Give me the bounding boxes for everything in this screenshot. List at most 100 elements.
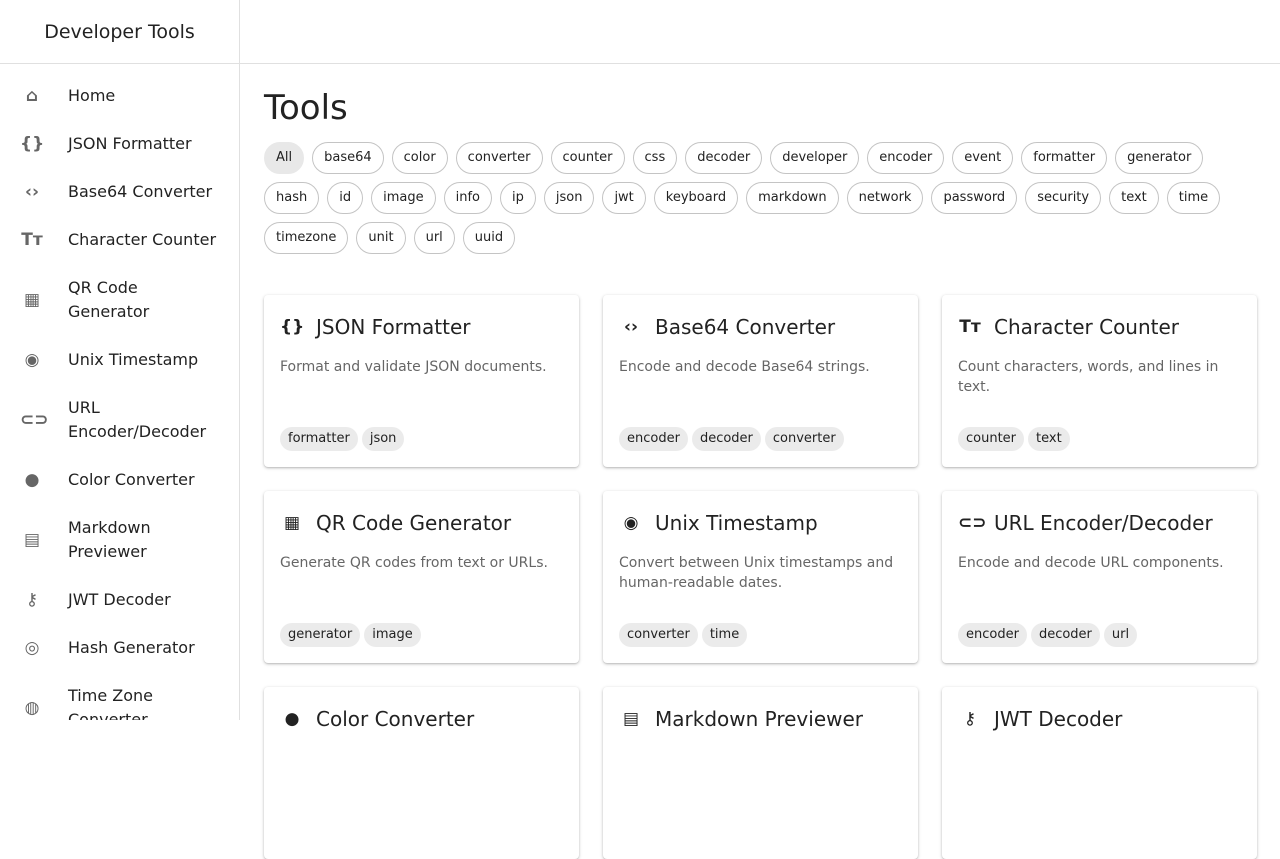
sidebar-item-unix-timestamp[interactable]: ◉ Unix Timestamp bbox=[0, 336, 239, 384]
card-tags: encoder decoder converter bbox=[619, 427, 844, 451]
card-tag: converter bbox=[619, 623, 698, 647]
sidebar-item-color-converter[interactable]: ● Color Converter bbox=[0, 456, 239, 504]
sidebar-item-home[interactable]: ⌂ Home bbox=[0, 72, 239, 120]
filter-chip-formatter[interactable]: formatter bbox=[1021, 142, 1108, 174]
filter-chip-time[interactable]: time bbox=[1166, 182, 1221, 214]
filter-chip-event[interactable]: event bbox=[952, 142, 1014, 174]
filter-chip-text[interactable]: text bbox=[1109, 182, 1159, 214]
card-tag: encoder bbox=[958, 623, 1027, 647]
card-description: Convert between Unix timestamps and huma… bbox=[619, 555, 894, 591]
tool-card-json-formatter[interactable]: {} JSON Formatter Format and validate JSON… bbox=[264, 295, 579, 467]
sidebar-item-label: QR Code Generator bbox=[68, 278, 150, 321]
braces-icon: {} bbox=[20, 134, 45, 154]
filter-chip-timezone[interactable]: timezone bbox=[264, 222, 349, 254]
filter-chip-image[interactable]: image bbox=[371, 182, 436, 214]
filter-chip-counter[interactable]: counter bbox=[550, 142, 625, 174]
card-tag: text bbox=[1028, 427, 1070, 451]
tool-card-jwt-decoder[interactable]: ⚷ JWT Decoder bbox=[942, 687, 1257, 859]
filter-chip-color[interactable]: color bbox=[391, 142, 448, 174]
card-description: Generate QR codes from text or URLs. bbox=[280, 555, 548, 571]
filter-chip-security[interactable]: security bbox=[1025, 182, 1102, 214]
tool-card-unix-timestamp[interactable]: ◉ Unix Timestamp Convert between Unix time… bbox=[603, 491, 918, 663]
filter-chip-json[interactable]: json bbox=[543, 182, 595, 214]
card-tags: formatter json bbox=[280, 427, 405, 451]
card-description: Encode and decode URL components. bbox=[958, 555, 1224, 571]
filter-chip-base64[interactable]: base64 bbox=[312, 142, 384, 174]
sidebar-nav: ⌂ Home {} JSON Formatter ‹› Base64 Converter T… bbox=[0, 64, 239, 720]
card-tags: converter time bbox=[619, 623, 748, 647]
card-tag: image bbox=[364, 623, 421, 647]
card-title: Color Converter bbox=[316, 707, 475, 731]
card-title: Unix Timestamp bbox=[655, 511, 818, 535]
globe-icon: ◍ bbox=[24, 698, 40, 718]
code-icon: ‹› bbox=[623, 317, 638, 337]
tool-cards-grid: {} JSON Formatter Format and validate JSON… bbox=[264, 295, 1257, 859]
card-tags: encoder decoder url bbox=[958, 623, 1138, 647]
fingerprint-icon: ◎ bbox=[24, 638, 40, 658]
card-tag: counter bbox=[958, 427, 1025, 451]
filter-chip-decoder[interactable]: decoder bbox=[685, 142, 763, 174]
sidebar-item-label: Color Converter bbox=[68, 470, 195, 489]
filter-chip-keyboard[interactable]: keyboard bbox=[653, 182, 739, 214]
card-tag: converter bbox=[764, 427, 844, 451]
tool-card-base64-converter[interactable]: ‹› Base64 Converter Encode and decode Base… bbox=[603, 295, 918, 467]
filter-chip-converter[interactable]: converter bbox=[455, 142, 543, 174]
sidebar-item-label: JSON Formatter bbox=[68, 134, 192, 153]
palette-icon: ● bbox=[284, 709, 300, 729]
filter-chip-all[interactable]: All bbox=[264, 142, 305, 174]
sidebar-item-jwt-decoder[interactable]: ⚷ JWT Decoder bbox=[0, 576, 239, 624]
filter-chip-encoder[interactable]: encoder bbox=[867, 142, 945, 174]
tool-card-markdown-previewer[interactable]: ▤ Markdown Previewer bbox=[603, 687, 918, 859]
card-header: ⚷ JWT Decoder bbox=[958, 707, 1241, 731]
qr-code-icon: ▦ bbox=[23, 290, 41, 310]
card-tags: generator image bbox=[280, 623, 421, 647]
filter-chip-markdown[interactable]: markdown bbox=[746, 182, 839, 214]
sidebar-item-label: JWT Decoder bbox=[68, 590, 171, 609]
card-tag: time bbox=[701, 623, 748, 647]
sidebar-item-qr-code-generator[interactable]: ▦ QR Code Generator bbox=[0, 264, 239, 336]
page-title: Tools bbox=[264, 88, 348, 128]
qr-code-icon: ▦ bbox=[283, 513, 301, 533]
card-tags: counter text bbox=[958, 427, 1070, 451]
card-header: {} JSON Formatter bbox=[280, 315, 563, 339]
card-tag: decoder bbox=[691, 427, 761, 451]
timer-icon: ◉ bbox=[623, 513, 639, 533]
filter-chip-id[interactable]: id bbox=[327, 182, 364, 214]
filter-chip-generator[interactable]: generator bbox=[1115, 142, 1204, 174]
card-title: URL Encoder/Decoder bbox=[994, 511, 1213, 535]
filter-chip-url[interactable]: url bbox=[413, 222, 455, 254]
filter-chip-password[interactable]: password bbox=[931, 182, 1018, 214]
filter-chip-jwt[interactable]: jwt bbox=[602, 182, 646, 214]
sidebar-item-markdown-previewer[interactable]: ▤ Markdown Previewer bbox=[0, 504, 239, 576]
card-description: Format and validate JSON documents. bbox=[280, 359, 547, 375]
sidebar-item-label: URL Encoder/Decoder bbox=[68, 398, 207, 441]
filter-chip-hash[interactable]: hash bbox=[264, 182, 320, 214]
filter-chip-developer[interactable]: developer bbox=[770, 142, 860, 174]
text-fields-icon: Tт bbox=[21, 230, 43, 250]
sidebar-item-label: Markdown Previewer bbox=[68, 518, 151, 561]
tool-card-color-converter[interactable]: ● Color Converter bbox=[264, 687, 579, 859]
sidebar-item-label: Hash Generator bbox=[68, 638, 195, 657]
sidebar-item-json-formatter[interactable]: {} JSON Formatter bbox=[0, 120, 239, 168]
card-title: JWT Decoder bbox=[994, 707, 1123, 731]
sidebar-item-time-zone-converter[interactable]: ◍ Time Zone Converter bbox=[0, 672, 239, 720]
card-tag: encoder bbox=[619, 427, 688, 451]
filter-chip-ip[interactable]: ip bbox=[499, 182, 536, 214]
tool-card-character-counter[interactable]: Tт Character Counter Count characters, wor… bbox=[942, 295, 1257, 467]
filter-chip-info[interactable]: info bbox=[443, 182, 492, 214]
sidebar-item-base64-converter[interactable]: ‹› Base64 Converter bbox=[0, 168, 239, 216]
sidebar-item-hash-generator[interactable]: ◎ Hash Generator bbox=[0, 624, 239, 672]
timer-icon: ◉ bbox=[24, 350, 40, 370]
filter-chip-network[interactable]: network bbox=[846, 182, 924, 214]
card-title: JSON Formatter bbox=[316, 315, 471, 339]
tool-card-url-encoder-decoder[interactable]: ⊂⊃ URL Encoder/Decoder Encode and decode U… bbox=[942, 491, 1257, 663]
sidebar-item-url-encoder-decoder[interactable]: ⊂⊃ URL Encoder/Decoder bbox=[0, 384, 239, 456]
card-title: Character Counter bbox=[994, 315, 1180, 339]
sidebar-item-character-counter[interactable]: Tт Character Counter bbox=[0, 216, 239, 264]
palette-icon: ● bbox=[24, 470, 40, 490]
filter-chip-unit[interactable]: unit bbox=[356, 222, 406, 254]
filter-chip-css[interactable]: css bbox=[632, 142, 678, 174]
sidebar-item-label: Time Zone Converter bbox=[68, 686, 153, 720]
filter-chip-uuid[interactable]: uuid bbox=[462, 222, 516, 254]
tool-card-qr-code-generator[interactable]: ▦ QR Code Generator Generate QR codes from… bbox=[264, 491, 579, 663]
